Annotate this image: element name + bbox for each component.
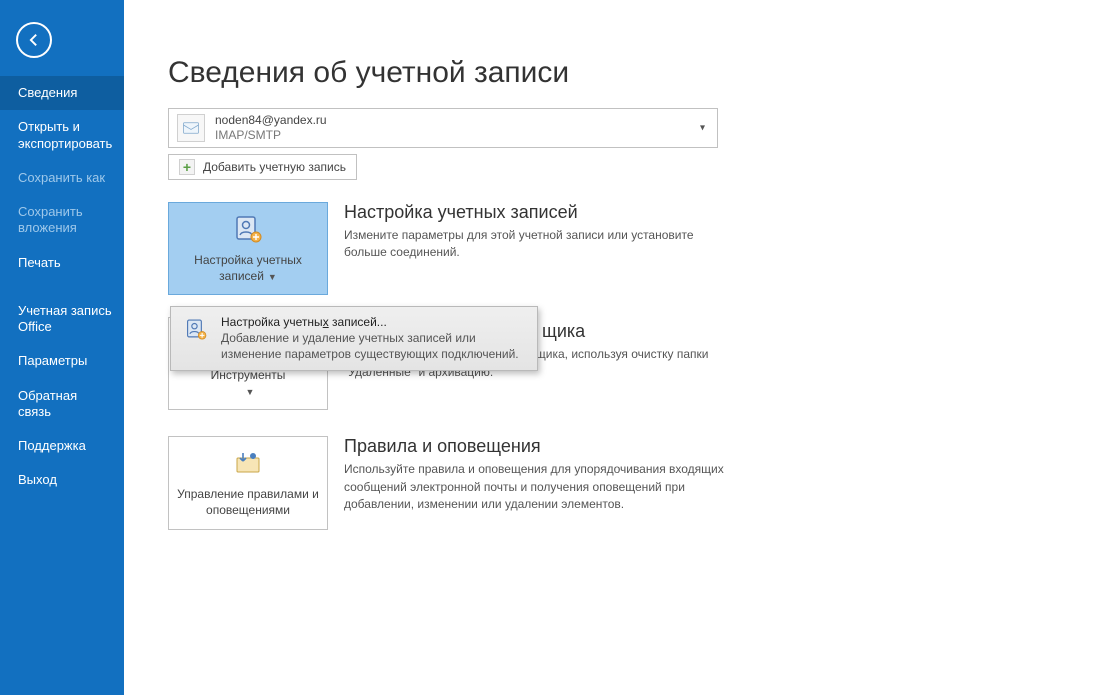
- plus-icon: +: [179, 159, 195, 175]
- rules-desc: Используйте правила и оповещения для упо…: [344, 461, 724, 513]
- sidebar-item-feedback[interactable]: Обратная связь: [0, 379, 124, 430]
- sidebar-item-exit[interactable]: Выход: [0, 463, 124, 497]
- account-settings-title: Настройка учетных записей: [344, 202, 724, 223]
- sidebar-item-options[interactable]: Параметры: [0, 344, 124, 378]
- account-settings-popup-icon: [181, 315, 211, 345]
- account-settings-icon: [229, 213, 267, 247]
- backstage-window: Удаленные - Файл данных Outlook - Outloo…: [0, 0, 1099, 695]
- popup-title: Настройка учетных записей...: [221, 315, 527, 329]
- chevron-down-icon: ▾: [700, 123, 705, 134]
- sidebar: Сведения Открыть и экспортировать Сохран…: [0, 0, 124, 695]
- section-account-settings: Настройка учетных записей▼ Настройка уче…: [168, 202, 1059, 295]
- sidebar-item-save-attachments: Сохранить вложения: [0, 195, 124, 246]
- add-account-label: Добавить учетную запись: [203, 160, 346, 174]
- account-settings-btn-label: Настройка учетных записей: [194, 253, 302, 283]
- section-rules: Управление правилами и оповещениями Прав…: [168, 436, 1059, 529]
- account-email: noden84@yandex.ru: [215, 113, 327, 128]
- account-picker[interactable]: noden84@yandex.ru IMAP/SMTP ▾: [168, 108, 718, 148]
- rules-button[interactable]: Управление правилами и оповещениями: [168, 436, 328, 529]
- rules-icon: [229, 447, 267, 481]
- add-account-button[interactable]: + Добавить учетную запись: [168, 154, 357, 180]
- sidebar-item-support[interactable]: Поддержка: [0, 429, 124, 463]
- account-settings-desc: Измените параметры для этой учетной запи…: [344, 227, 724, 262]
- sidebar-item-save-as: Сохранить как: [0, 161, 124, 195]
- sidebar-item-open-export[interactable]: Открыть и экспортировать: [0, 110, 124, 161]
- account-settings-button[interactable]: Настройка учетных записей▼: [168, 202, 328, 295]
- account-protocol: IMAP/SMTP: [215, 128, 327, 143]
- page-title: Сведения об учетной записи: [168, 56, 1059, 90]
- sidebar-item-office-account[interactable]: Учетная запись Office: [0, 294, 124, 345]
- rules-btn-label: Управление правилами и оповещениями: [177, 487, 319, 518]
- back-button[interactable]: [16, 22, 52, 58]
- mailbox-icon: [177, 114, 205, 142]
- account-info: noden84@yandex.ru IMAP/SMTP: [215, 113, 327, 143]
- sidebar-item-print[interactable]: Печать: [0, 246, 124, 280]
- account-settings-popup-item[interactable]: Настройка учетных записей... Добавление …: [170, 306, 538, 371]
- sidebar-item-info[interactable]: Сведения: [0, 76, 124, 110]
- rules-title: Правила и оповещения: [344, 436, 724, 457]
- popup-desc: Добавление и удаление учетных записей ил…: [221, 330, 527, 362]
